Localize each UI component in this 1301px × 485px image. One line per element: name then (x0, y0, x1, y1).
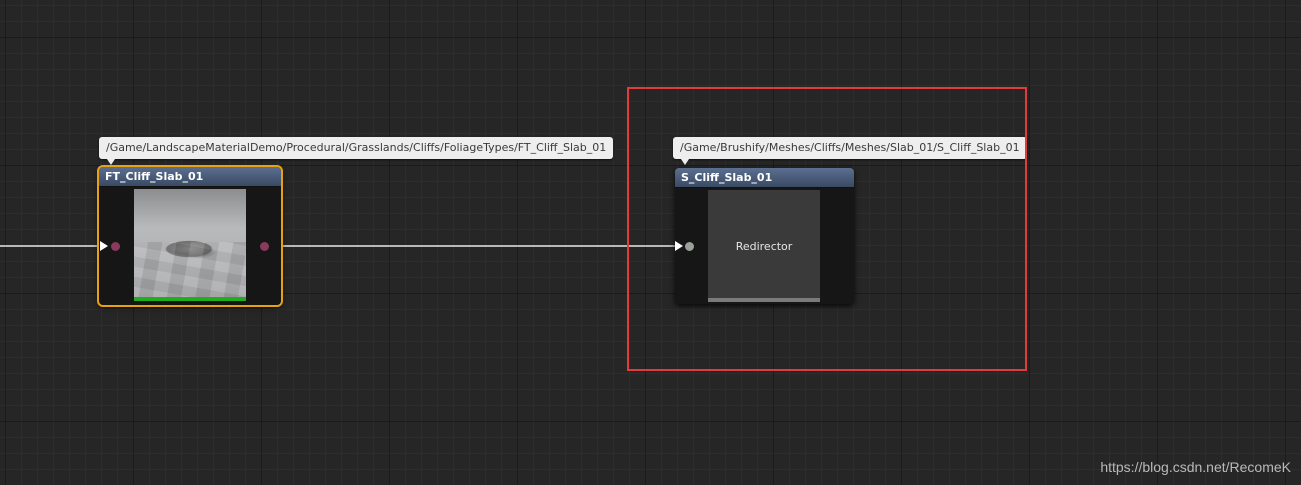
asset-path-text: /Game/LandscapeMaterialDemo/Procedural/G… (106, 141, 607, 154)
tooltip-pointer (107, 159, 115, 165)
node-title: FT_Cliff_Slab_01 (99, 167, 281, 187)
checker-floor (134, 242, 246, 297)
input-pin-arrow-icon[interactable] (100, 241, 108, 251)
input-pin-icon[interactable] (111, 242, 120, 251)
asset-path-tooltip-foliage: /Game/LandscapeMaterialDemo/Procedural/G… (99, 137, 614, 165)
graph-canvas[interactable]: /Game/LandscapeMaterialDemo/Procedural/G… (0, 0, 1301, 485)
output-pin-icon[interactable] (260, 242, 269, 251)
asset-thumbnail (134, 189, 246, 301)
watermark: https://blog.csdn.net/RecomeK (1100, 459, 1291, 475)
annotation-highlight-box (627, 87, 1027, 371)
asset-type-color-bar (134, 297, 246, 301)
foliage-type-node[interactable]: FT_Cliff_Slab_01 (97, 165, 283, 307)
